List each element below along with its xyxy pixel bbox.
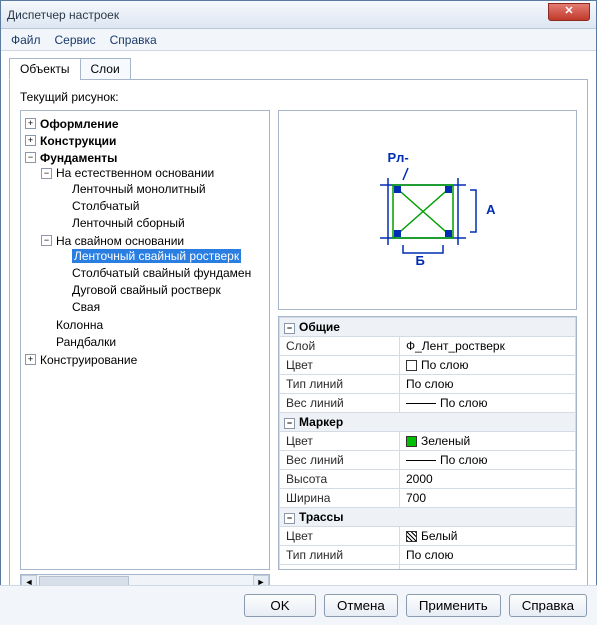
prop-value[interactable]: По слою [400, 356, 576, 375]
tree-view[interactable]: +Оформление +Конструкции −Фундаменты −На… [20, 110, 270, 570]
titlebar: Диспетчер настроек ✕ [1, 1, 596, 29]
collapse-icon[interactable]: − [25, 152, 36, 163]
prop-value[interactable]: 0.00 мм [400, 565, 576, 571]
prop-value[interactable]: По слою [400, 375, 576, 394]
color-swatch-icon [406, 360, 417, 371]
group-collapse-icon[interactable]: − [284, 323, 295, 334]
cancel-button[interactable]: Отмена [324, 594, 398, 617]
color-swatch-icon [406, 531, 417, 542]
tree-item[interactable]: На естественном основании [56, 166, 214, 180]
tree-item[interactable]: Конструирование [40, 352, 137, 366]
color-swatch-icon [406, 436, 417, 447]
ok-button[interactable]: OK [244, 594, 316, 617]
dialog-footer: OK Отмена Применить Справка [0, 585, 597, 625]
window-title: Диспетчер настроек [7, 8, 119, 22]
preview-dim-a: А [486, 202, 495, 217]
preview-pane: Рл- [278, 110, 577, 310]
prop-value[interactable]: По слою [400, 394, 576, 413]
expand-icon[interactable]: + [25, 135, 36, 146]
preview-dim-b: Б [416, 253, 425, 268]
menu-help[interactable]: Справка [110, 33, 157, 47]
tree-item[interactable]: Фундаменты [40, 150, 117, 164]
tree-item[interactable]: Свая [72, 300, 100, 314]
prop-value[interactable]: По слою [400, 546, 576, 565]
preview-diagram: Рл- [358, 150, 498, 270]
client-area: Объекты Слои Текущий рисунок: + Оформлени… [1, 51, 596, 609]
apply-button[interactable]: Применить [406, 594, 501, 617]
prop-key: Цвет [280, 432, 400, 451]
help-button[interactable]: Справка [509, 594, 587, 617]
tree-item[interactable]: Ленточный монолитный [72, 182, 206, 196]
preview-label: Рл- [388, 150, 409, 165]
close-button[interactable]: ✕ [548, 3, 590, 21]
tab-layers[interactable]: Слои [80, 58, 131, 80]
tree-item[interactable]: Столбчатый свайный фундамен [72, 266, 251, 280]
tree-item[interactable]: Рандбалки [56, 335, 116, 349]
tree-item[interactable]: Столбчатый [72, 199, 139, 213]
line-sample-icon [406, 403, 436, 404]
group-collapse-icon[interactable]: − [284, 418, 295, 429]
property-grid[interactable]: −Общие СлойФ_Лент_ростверк ЦветПо слою Т… [278, 316, 577, 570]
prop-key: Вес линий [280, 451, 400, 470]
tree-item-selected[interactable]: Ленточный свайный ростверк [72, 249, 241, 263]
tree-item[interactable]: На свайном основании [56, 234, 184, 248]
tree-item[interactable]: Дуговой свайный ростверк [72, 283, 221, 297]
group-collapse-icon[interactable]: − [284, 513, 295, 524]
prop-value[interactable]: Ф_Лент_ростверк [400, 337, 576, 356]
prop-value[interactable]: По слою [400, 451, 576, 470]
tab-strip: Объекты Слои [9, 57, 588, 79]
tree-item[interactable]: Ленточный сборный [72, 216, 185, 230]
prop-key: Вес линий [280, 394, 400, 413]
prop-key: Вес линий [280, 565, 400, 571]
tree-item[interactable]: Оформление [40, 117, 119, 131]
group-traces[interactable]: Трассы [299, 510, 343, 524]
prop-key: Тип линий [280, 546, 400, 565]
menu-service[interactable]: Сервис [55, 33, 96, 47]
prop-value[interactable]: Белый [400, 527, 576, 546]
prop-key: Цвет [280, 527, 400, 546]
prop-key: Ширина [280, 489, 400, 508]
menubar: Файл Сервис Справка [1, 29, 596, 51]
expand-icon[interactable]: + [25, 118, 36, 129]
expand-icon[interactable]: + [25, 354, 36, 365]
tab-panel: Текущий рисунок: + Оформление + Конструкци… [9, 79, 588, 601]
prop-key: Цвет [280, 356, 400, 375]
prop-value[interactable]: 700 [400, 489, 576, 508]
tree-item[interactable]: Конструкции [40, 134, 116, 148]
current-drawing-label: Текущий рисунок: [20, 90, 577, 104]
prop-value[interactable]: Зеленый [400, 432, 576, 451]
group-common[interactable]: Общие [299, 320, 340, 334]
tree-item[interactable]: Колонна [56, 318, 103, 332]
tab-objects[interactable]: Объекты [9, 58, 81, 80]
menu-file[interactable]: Файл [11, 33, 41, 47]
line-sample-icon [406, 460, 436, 461]
collapse-icon[interactable]: − [41, 235, 52, 246]
prop-key: Высота [280, 470, 400, 489]
prop-key: Тип линий [280, 375, 400, 394]
prop-key: Слой [280, 337, 400, 356]
prop-value[interactable]: 2000 [400, 470, 576, 489]
collapse-icon[interactable]: − [41, 168, 52, 179]
group-marker[interactable]: Маркер [299, 415, 343, 429]
